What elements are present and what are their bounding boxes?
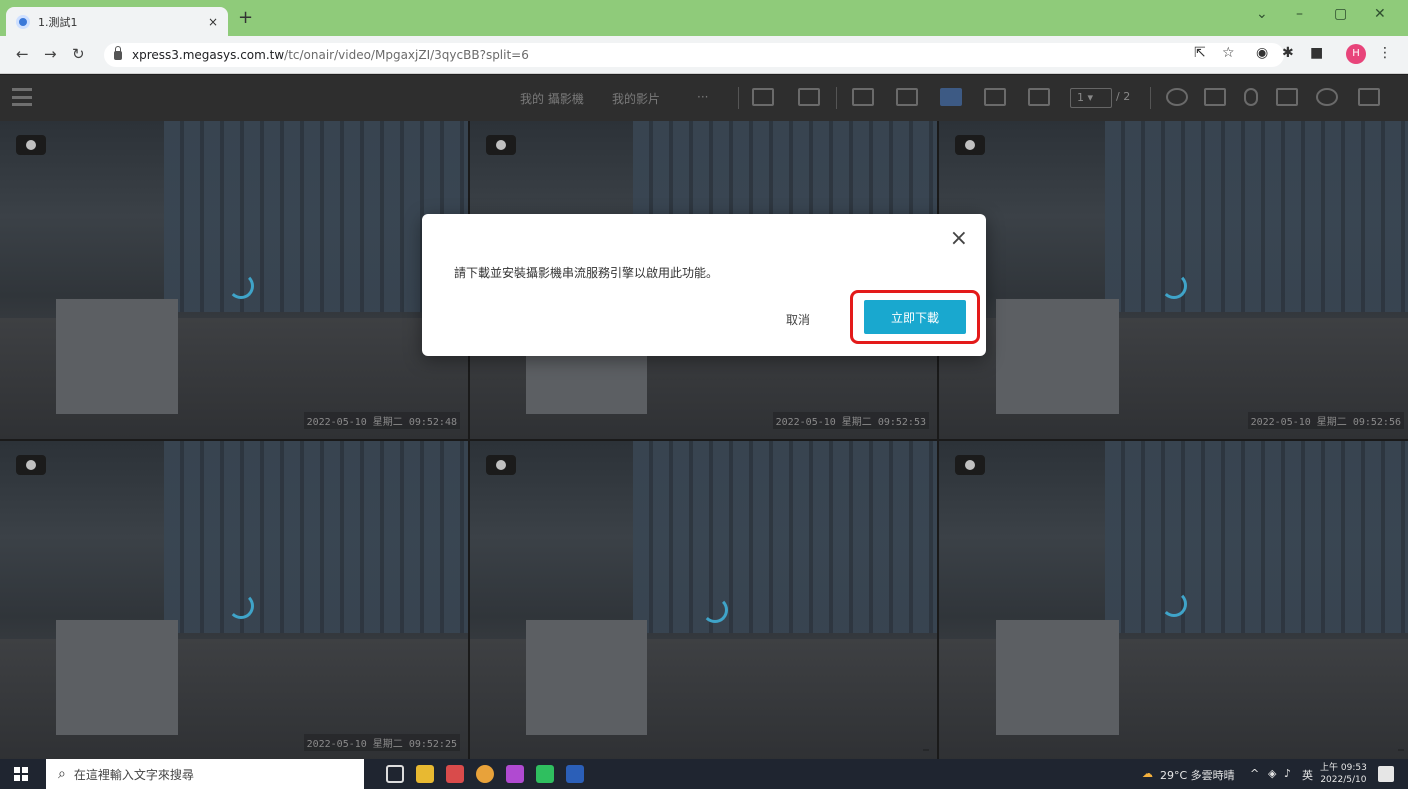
toolbar-divider bbox=[836, 87, 837, 109]
site-favicon-icon bbox=[16, 14, 30, 29]
my-cameras-link[interactable]: 我的 攝影機 bbox=[520, 90, 584, 107]
search-icon: ⌕ bbox=[58, 766, 66, 782]
ime-indicator[interactable]: 英 bbox=[1302, 767, 1313, 783]
page-select[interactable]: 1 ▾ bbox=[1070, 88, 1112, 108]
puzzle-extensions-icon[interactable]: ✱ bbox=[1282, 45, 1294, 61]
extension-icon[interactable]: ◉ bbox=[1256, 45, 1268, 61]
url-host: xpress3.megasys.com.tw bbox=[132, 48, 285, 62]
layout-nine-icon[interactable] bbox=[984, 88, 1006, 106]
loading-spinner-icon bbox=[1161, 591, 1187, 617]
app-toolbar: 我的 攝影機 我的影片 ··· 1 ▾ / 2 bbox=[0, 75, 1408, 121]
profile-avatar[interactable]: H bbox=[1346, 44, 1366, 64]
page-current: 1 bbox=[1077, 91, 1084, 104]
weather-cloud-icon: ☁ bbox=[1142, 767, 1153, 780]
clock-time: 上午 09:53 bbox=[1320, 763, 1367, 773]
loading-spinner-icon bbox=[1161, 273, 1187, 299]
dialog-message: 請下載並安裝攝影機串流服務引擎以啟用此功能。 bbox=[454, 266, 719, 280]
menu-hamburger-icon[interactable] bbox=[12, 88, 32, 106]
maximize-icon[interactable]: ▢ bbox=[1334, 6, 1347, 22]
camera-timestamp: 2022-05-10 星期二 09:52:48 bbox=[303, 412, 460, 429]
share-icon[interactable]: ⇱ bbox=[1194, 45, 1206, 61]
record-indicator-icon[interactable] bbox=[955, 455, 985, 475]
toolbar-divider bbox=[738, 87, 739, 109]
url-path: /tc/onair/video/MpgaxjZI/3qycBB?split=6 bbox=[284, 48, 529, 62]
record-indicator-icon[interactable] bbox=[486, 455, 516, 475]
microphone-icon[interactable] bbox=[1244, 88, 1258, 106]
camera-timestamp: 2022-05-10 星期二 09:52:56 bbox=[1247, 412, 1404, 429]
browser-address-row: ← → ↻ xpress3.megasys.com.tw /tc/onair/v… bbox=[0, 36, 1408, 74]
snapshot-frame-icon[interactable] bbox=[1204, 88, 1226, 106]
record-indicator-icon[interactable] bbox=[955, 135, 985, 155]
camera-tile[interactable]: 2022-05-10 星期二 09:52:48 bbox=[0, 121, 468, 439]
back-arrow-icon[interactable]: ← bbox=[16, 45, 29, 63]
toolbar-divider bbox=[1150, 87, 1151, 109]
my-videos-link[interactable]: 我的影片 bbox=[612, 90, 660, 107]
browser-tab-strip: 1.測試1 × + ⌄ – ▢ ✕ bbox=[0, 0, 1408, 36]
windows-taskbar: ⌕ 在這裡輸入文字來搜尋 ☁ 29°C 多雲時晴 ^ ◈ ♪ 英 上午 09:5… bbox=[0, 759, 1408, 789]
record-indicator-icon[interactable] bbox=[16, 455, 46, 475]
more-link[interactable]: ··· bbox=[697, 90, 708, 104]
chrome-icon[interactable] bbox=[476, 765, 494, 783]
camera-timestamp: 2022-05-10 星期二 09:52:25 bbox=[303, 734, 460, 751]
tab-close-icon[interactable]: × bbox=[208, 15, 218, 29]
clock-date: 2022/5/10 bbox=[1320, 775, 1367, 785]
lock-icon bbox=[114, 45, 122, 60]
side-panel-icon[interactable]: ■ bbox=[1310, 45, 1323, 61]
download-now-button[interactable]: 立即下載 bbox=[864, 300, 966, 334]
record-indicator-icon[interactable] bbox=[486, 135, 516, 155]
tray-overflow-icon[interactable]: ^ bbox=[1250, 767, 1259, 780]
line-chat-icon[interactable] bbox=[536, 765, 554, 783]
notification-icon[interactable] bbox=[1378, 766, 1394, 782]
windows-start-icon[interactable] bbox=[14, 767, 28, 781]
word-icon[interactable] bbox=[566, 765, 584, 783]
new-tab-button[interactable]: + bbox=[238, 8, 253, 28]
fullscreen-icon[interactable] bbox=[752, 88, 774, 106]
record-indicator-icon[interactable] bbox=[16, 135, 46, 155]
reload-icon[interactable]: ↻ bbox=[72, 45, 85, 63]
loading-spinner-icon bbox=[702, 597, 728, 623]
eye-icon[interactable] bbox=[1316, 88, 1338, 106]
taskbar-clock[interactable]: 上午 09:53 2022/5/10 bbox=[1320, 762, 1367, 786]
weather-text[interactable]: 29°C 多雲時晴 bbox=[1160, 767, 1235, 783]
tab-title: 1.測試1 bbox=[38, 15, 78, 29]
window-close-icon[interactable]: ✕ bbox=[1374, 6, 1386, 22]
app-red-icon[interactable] bbox=[446, 765, 464, 783]
layout-sixteen-icon[interactable] bbox=[1028, 88, 1050, 106]
cancel-button[interactable]: 取消 bbox=[786, 311, 810, 328]
url-bar[interactable]: xpress3.megasys.com.tw /tc/onair/video/M… bbox=[104, 43, 1284, 67]
taskbar-search-input[interactable]: ⌕ 在這裡輸入文字來搜尋 bbox=[46, 759, 364, 789]
camera-tile[interactable]: 2022-05-10 星期二 09:52:56 bbox=[939, 121, 1408, 439]
layout-four-icon[interactable] bbox=[896, 88, 918, 106]
install-engine-dialog: × 請下載並安裝攝影機串流服務引擎以啟用此功能。 取消 立即下載 bbox=[422, 214, 986, 356]
camera-timestamp bbox=[923, 749, 929, 751]
camera-timestamp: 2022-05-10 星期二 09:52:53 bbox=[772, 412, 929, 429]
search-placeholder: 在這裡輸入文字來搜尋 bbox=[73, 767, 194, 782]
file-explorer-icon[interactable] bbox=[416, 765, 434, 783]
loading-spinner-icon bbox=[228, 593, 254, 619]
camera-icon[interactable] bbox=[1276, 88, 1298, 106]
layout-single-icon[interactable] bbox=[852, 88, 874, 106]
layout-six-icon[interactable] bbox=[940, 88, 962, 106]
tab-search-chevron-icon[interactable]: ⌄ bbox=[1256, 6, 1268, 22]
forward-arrow-icon[interactable]: → bbox=[44, 45, 57, 63]
browser-menu-icon[interactable]: ⋮ bbox=[1378, 45, 1392, 61]
list-panel-icon[interactable] bbox=[1358, 88, 1380, 106]
tray-network-icon[interactable]: ◈ bbox=[1268, 767, 1276, 780]
browser-tab[interactable]: 1.測試1 × bbox=[6, 7, 228, 36]
camera-timestamp bbox=[1398, 749, 1404, 751]
camera-tile[interactable]: 2022-05-10 星期二 09:52:25 bbox=[0, 441, 468, 761]
camera-tile[interactable] bbox=[939, 441, 1408, 761]
task-view-icon[interactable] bbox=[386, 765, 404, 783]
page-total: / 2 bbox=[1116, 90, 1131, 103]
bookmark-star-icon[interactable]: ☆ bbox=[1222, 45, 1235, 61]
dialog-close-icon[interactable]: × bbox=[950, 226, 968, 252]
settings-gear-icon[interactable] bbox=[1166, 88, 1188, 106]
minimize-icon[interactable]: – bbox=[1296, 6, 1303, 22]
tray-volume-icon[interactable]: ♪ bbox=[1284, 767, 1291, 780]
camera-tile[interactable] bbox=[470, 441, 937, 761]
app-purple-icon[interactable] bbox=[506, 765, 524, 783]
picture-in-picture-icon[interactable] bbox=[798, 88, 820, 106]
loading-spinner-icon bbox=[228, 273, 254, 299]
